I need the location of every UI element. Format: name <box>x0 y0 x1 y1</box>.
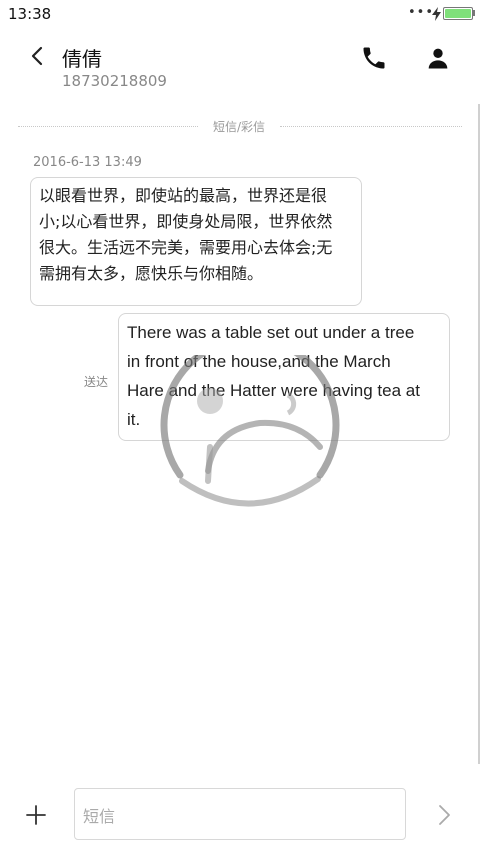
call-button[interactable] <box>360 44 388 72</box>
status-time: 13:38 <box>8 5 52 23</box>
back-button[interactable] <box>22 40 54 72</box>
person-icon <box>428 48 448 69</box>
message-line: 很大。生活远不完美，需要用心去体会;无 <box>39 238 333 257</box>
phone-icon <box>363 47 385 69</box>
back-arrow-icon <box>31 46 43 66</box>
add-attachment-button[interactable] <box>22 801 50 829</box>
message-input[interactable]: 短信 <box>74 788 406 840</box>
status-bar: 13:38 ••• <box>0 0 480 30</box>
plus-icon <box>26 805 46 825</box>
contact-number: 18730218809 <box>62 72 167 90</box>
sms-conversation-screen: 13:38 ••• 倩倩 18730218809 短信/彩信 2016-6-13… <box>0 0 480 853</box>
signal-dots: ••• <box>408 5 435 20</box>
battery-icon <box>443 7 473 20</box>
battery-level <box>445 9 471 18</box>
divider-line-left <box>18 126 198 127</box>
message-line: 需拥有太多，愿快乐与你相随。 <box>39 264 264 283</box>
incoming-message-bubble[interactable]: 以眼看世界，即使站的最高，世界还是很 小;以心看世界，即使身处局限，世界依然 很… <box>30 177 362 306</box>
message-line: 小;以心看世界，即使身处局限，世界依然 <box>39 212 333 231</box>
divider-line-right <box>280 126 462 127</box>
send-button[interactable] <box>430 801 458 829</box>
contact-details-button[interactable] <box>424 44 452 72</box>
sad-face-watermark-icon <box>160 355 340 507</box>
message-line: There was a table set out under a tree <box>127 323 415 342</box>
contact-name: 倩倩 <box>62 47 102 71</box>
bolt-icon <box>432 6 441 25</box>
delivery-status: 送达 <box>84 375 109 389</box>
battery-tip <box>473 10 475 16</box>
message-timestamp: 2016-6-13 13:49 <box>33 155 142 170</box>
message-type-divider: 短信/彩信 <box>18 117 462 137</box>
message-line: 以眼看世界，即使站的最高，世界还是很 <box>39 186 328 205</box>
message-type-label: 短信/彩信 <box>212 120 266 134</box>
send-arrow-icon <box>439 805 450 825</box>
conversation-header: 倩倩 18730218809 <box>0 30 480 100</box>
